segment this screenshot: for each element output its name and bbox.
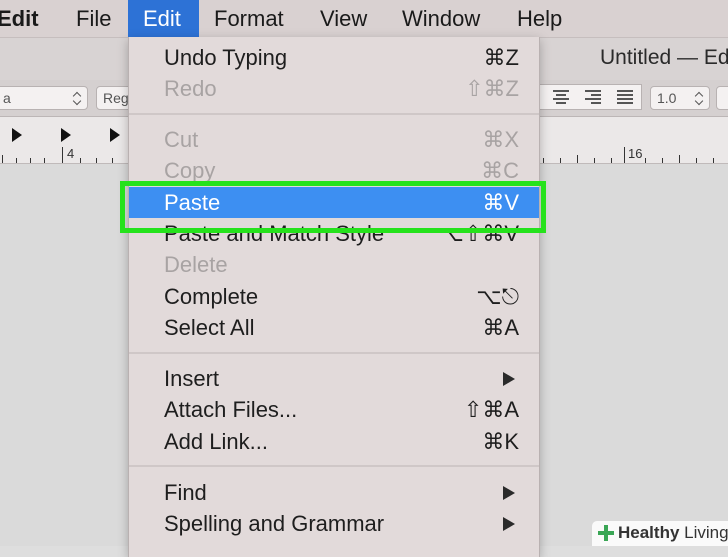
submenu-arrow-icon	[503, 517, 515, 531]
font-style-value: Reg	[103, 90, 129, 106]
stepper-icon	[695, 90, 705, 106]
edit-menu: Undo Typing ⌘Z Redo ⇧⌘Z Cut ⌘X Copy ⌘C P…	[128, 37, 540, 557]
list-select[interactable]	[716, 86, 728, 110]
align-center-icon[interactable]	[551, 89, 571, 105]
ruler-label: 4	[67, 146, 75, 161]
menu-item-redo[interactable]: Redo ⇧⌘Z	[129, 73, 539, 104]
align-justify-icon[interactable]	[615, 89, 635, 105]
watermark: Healthy Living	[592, 521, 728, 546]
line-spacing-select[interactable]: 1.0	[650, 86, 710, 110]
menu-file[interactable]: File	[61, 0, 126, 37]
menu-format[interactable]: Format	[199, 0, 299, 37]
align-right-icon[interactable]	[583, 89, 603, 105]
window-title: Untitled — Ed	[600, 46, 728, 69]
shortcut-label: ⌘K	[482, 429, 519, 454]
menu-window[interactable]: Window	[387, 0, 495, 37]
font-family-select[interactable]: a	[0, 86, 88, 110]
menu-item-add-link[interactable]: Add Link... ⌘K	[129, 426, 539, 457]
menu-item-spelling-and-grammar[interactable]: Spelling and Grammar	[129, 508, 539, 539]
alignment-control	[536, 84, 642, 110]
menu-separator	[129, 465, 539, 467]
shortcut-label: ⌘A	[482, 315, 519, 340]
submenu-arrow-icon	[503, 486, 515, 500]
menu-separator	[129, 113, 539, 115]
menu-help[interactable]: Help	[502, 0, 577, 37]
tab-stop-marker[interactable]	[110, 128, 120, 142]
font-family-value: a	[3, 90, 11, 106]
menu-separator	[129, 352, 539, 354]
watermark-text: Healthy Living	[618, 523, 728, 542]
menu-item-select-all[interactable]: Select All ⌘A	[129, 312, 539, 343]
plus-logo-icon	[598, 525, 614, 541]
menu-bar: Edit File Edit Format View Window Help	[0, 0, 728, 38]
tab-stop-marker[interactable]	[61, 128, 71, 142]
ruler-label: 16	[628, 146, 643, 161]
shortcut-label: ⌘X	[482, 127, 519, 152]
shortcut-label: ⇧⌘Z	[465, 76, 519, 101]
menu-item-cut[interactable]: Cut ⌘X	[129, 124, 539, 155]
menu-item-delete[interactable]: Delete	[129, 249, 539, 280]
stepper-icon	[73, 90, 83, 106]
menu-item-complete[interactable]: Complete ⌥⎋	[129, 281, 539, 312]
submenu-arrow-icon	[503, 372, 515, 386]
menu-item-find[interactable]: Find	[129, 477, 539, 508]
menu-item-undo-typing[interactable]: Undo Typing ⌘Z	[129, 42, 539, 73]
shortcut-label: ⌘Z	[483, 45, 519, 70]
menu-edit[interactable]: Edit	[128, 0, 199, 37]
tab-stop-marker[interactable]	[12, 128, 22, 142]
shortcut-label: ⇧⌘A	[463, 397, 519, 422]
menu-item-insert[interactable]: Insert	[129, 363, 539, 394]
line-spacing-value: 1.0	[657, 90, 677, 106]
menu-app-name[interactable]: Edit	[0, 0, 39, 37]
menu-view[interactable]: View	[305, 0, 382, 37]
shortcut-label: ⌥⎋	[476, 284, 519, 309]
menu-item-attach-files[interactable]: Attach Files... ⇧⌘A	[129, 394, 539, 425]
paste-highlight-callout	[120, 181, 546, 233]
